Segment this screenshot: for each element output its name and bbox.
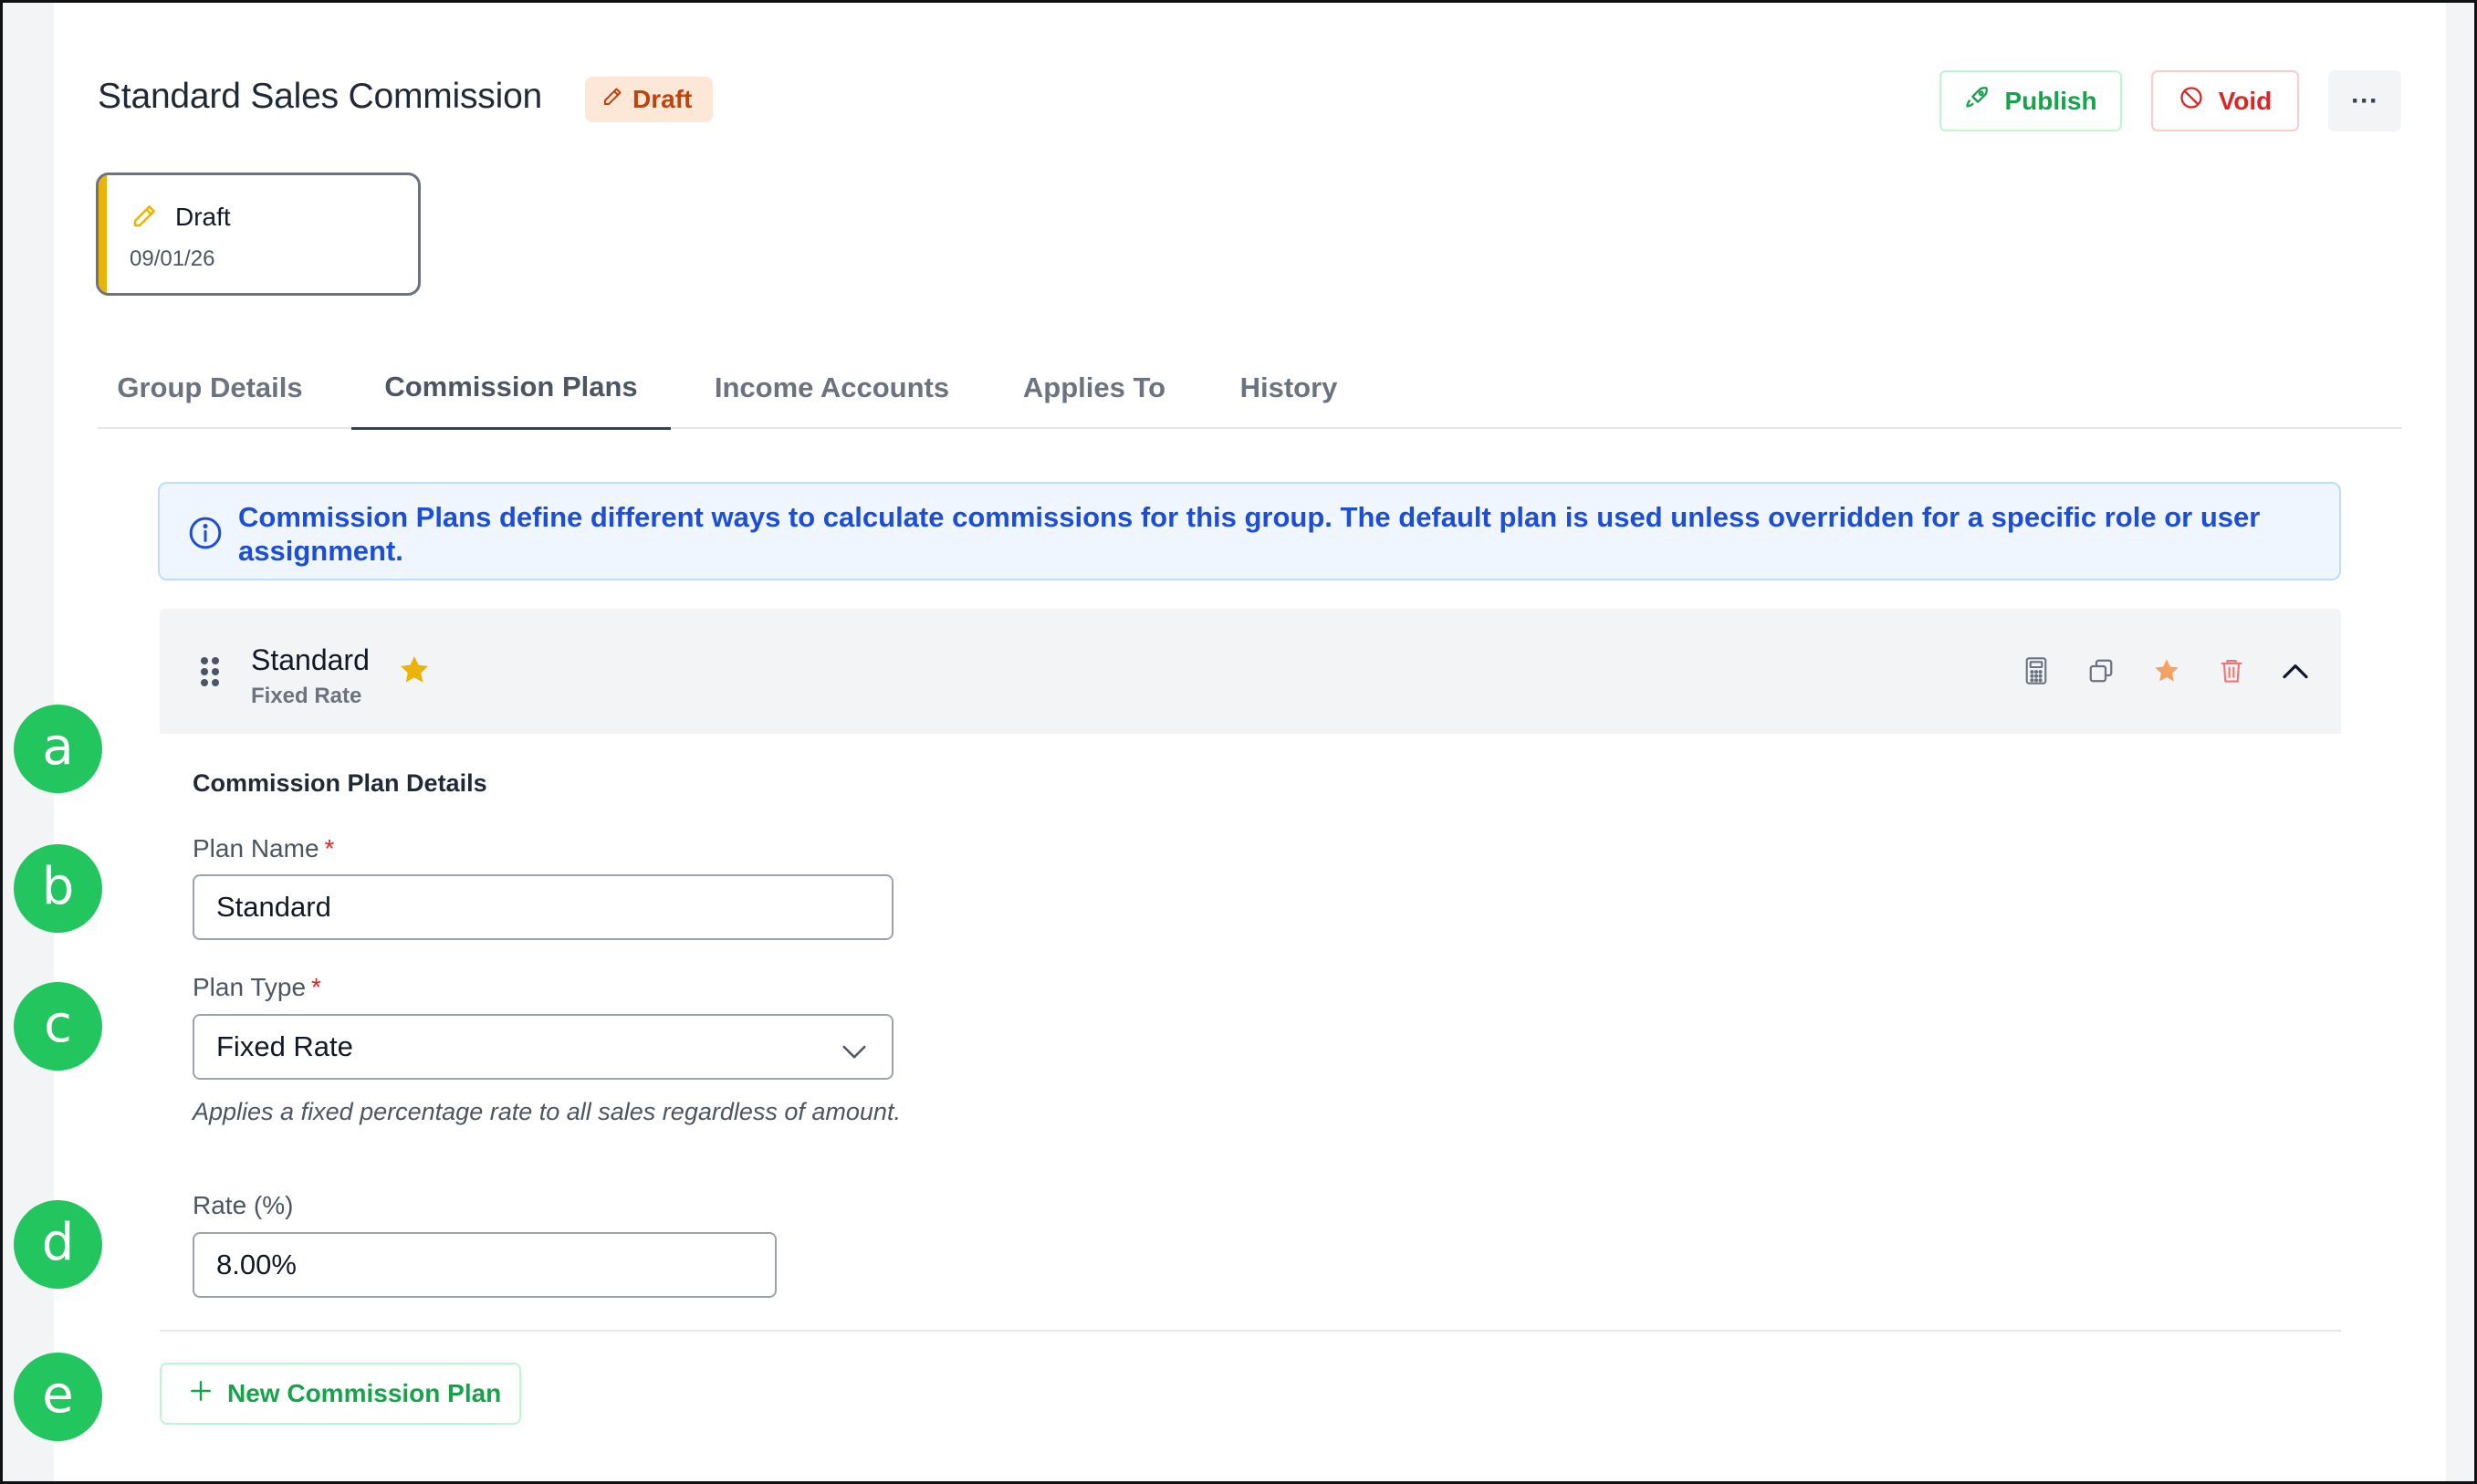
marker-d: d bbox=[14, 1200, 102, 1289]
plan-name-input[interactable]: Standard bbox=[193, 874, 894, 940]
publish-label: Publish bbox=[2004, 86, 2097, 115]
plan-header[interactable]: Standard Fixed Rate bbox=[160, 609, 2341, 734]
status-card-date: 09/01/26 bbox=[130, 246, 215, 271]
marker-b: b bbox=[14, 844, 102, 933]
void-button[interactable]: Void bbox=[2151, 70, 2299, 131]
chevron-down-icon bbox=[841, 1036, 868, 1069]
status-badge: Draft bbox=[585, 77, 713, 122]
chevron-up-icon[interactable] bbox=[2277, 653, 2314, 689]
page-title: Standard Sales Commission bbox=[98, 77, 543, 116]
rocket-icon bbox=[1964, 85, 1990, 117]
plan-type-label: Plan Type * bbox=[193, 973, 321, 1002]
plan-subtitle: Fixed Rate bbox=[251, 684, 362, 708]
plus-icon bbox=[189, 1379, 213, 1409]
info-icon bbox=[187, 515, 224, 556]
required-mark: * bbox=[311, 973, 321, 1001]
marker-c: c bbox=[14, 982, 102, 1071]
tab-history[interactable]: History bbox=[1211, 347, 1366, 429]
rate-input[interactable]: 8.00% bbox=[193, 1232, 777, 1298]
ellipsis-icon: ··· bbox=[2351, 85, 2378, 116]
rate-label: Rate (%) bbox=[193, 1191, 294, 1219]
plan-name-value: Standard bbox=[216, 891, 331, 923]
right-gutter bbox=[2446, 3, 2474, 1481]
new-plan-label: New Commission Plan bbox=[227, 1379, 502, 1407]
marker-a: a bbox=[14, 705, 102, 793]
tab-income-accounts[interactable]: Income Accounts bbox=[684, 347, 980, 429]
void-label: Void bbox=[2218, 86, 2273, 115]
tab-group-details[interactable]: Group Details bbox=[98, 347, 322, 429]
rate-value: 8.00% bbox=[216, 1249, 297, 1280]
tab-applies-to[interactable]: Applies To bbox=[1009, 347, 1180, 429]
pencil-icon bbox=[131, 203, 158, 235]
pencil-icon bbox=[601, 85, 623, 114]
status-card-label: Draft bbox=[175, 203, 231, 231]
status-accent-bar bbox=[99, 175, 107, 293]
plan-type-label-text: Plan Type bbox=[193, 973, 307, 1001]
required-mark: * bbox=[324, 834, 335, 862]
ban-icon bbox=[2179, 85, 2204, 117]
info-banner-text: Commission Plans define different ways t… bbox=[238, 501, 2261, 567]
duplicate-icon[interactable] bbox=[2083, 653, 2119, 689]
tab-bar: Group Details Commission Plans Income Ac… bbox=[98, 347, 2402, 430]
plan-name-label: Plan Name * bbox=[193, 834, 334, 863]
more-options-button[interactable]: ··· bbox=[2328, 70, 2401, 131]
drag-handle-icon[interactable] bbox=[200, 656, 220, 692]
default-star-icon bbox=[397, 653, 432, 692]
plan-name-label-text: Plan Name bbox=[193, 834, 319, 862]
tab-commission-plans[interactable]: Commission Plans bbox=[351, 347, 671, 430]
plan-type-select[interactable]: Fixed Rate bbox=[193, 1014, 894, 1080]
set-default-star-icon[interactable] bbox=[2148, 653, 2185, 689]
status-badge-label: Draft bbox=[632, 85, 693, 113]
publish-button[interactable]: Publish bbox=[1939, 70, 2122, 131]
trash-icon[interactable] bbox=[2213, 653, 2250, 689]
plan-title: Standard bbox=[251, 643, 370, 676]
section-divider bbox=[160, 1330, 2341, 1332]
new-commission-plan-button[interactable]: New Commission Plan bbox=[160, 1363, 521, 1425]
calculator-icon[interactable] bbox=[2018, 653, 2054, 689]
plan-type-value: Fixed Rate bbox=[216, 1030, 353, 1062]
plan-type-help: Applies a fixed percentage rate to all s… bbox=[193, 1098, 901, 1125]
plan-details-heading: Commission Plan Details bbox=[193, 769, 487, 797]
status-history-card[interactable]: Draft 09/01/26 bbox=[96, 172, 421, 296]
info-banner: Commission Plans define different ways t… bbox=[158, 482, 2341, 580]
marker-e: e bbox=[14, 1353, 102, 1441]
